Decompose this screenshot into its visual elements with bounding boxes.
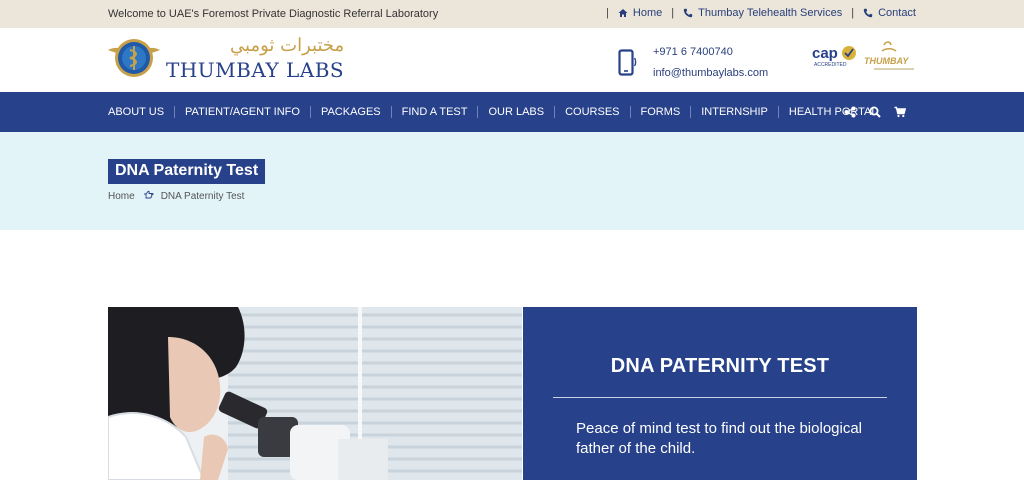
contact-block: +971 6 7400740 info@thumbaylabs.com: [618, 42, 768, 84]
cap-accredited-logo: cap ACCREDITED: [812, 45, 856, 68]
hero-banner: DNA PATERNITY TEST Peace of mind test to…: [108, 307, 917, 480]
cart-icon[interactable]: [894, 106, 906, 118]
header-phone[interactable]: +971 6 7400740: [653, 42, 768, 63]
breadcrumb-current: DNA Paternity Test: [160, 190, 245, 202]
nav-divider: [309, 106, 311, 118]
logo-text: THUMBAY LABS: [166, 57, 345, 82]
top-link-telehealth-label: Thumbay Telehealth Services: [698, 7, 843, 19]
cap-badge-text: cap: [812, 45, 838, 62]
scientist-microscope-illustration: [108, 307, 522, 480]
nav-divider: [477, 106, 479, 118]
top-link-contact[interactable]: Contact: [863, 7, 916, 19]
nav-item-about-us[interactable]: ABOUT US: [108, 106, 164, 118]
hero-panel: DNA PATERNITY TEST Peace of mind test to…: [523, 307, 917, 480]
top-link-home-label: Home: [632, 7, 663, 19]
site-header: مختبرات ثومبي THUMBAY LABS +971 6 740074…: [0, 28, 1024, 92]
nav-divider: [690, 106, 692, 118]
site-logo[interactable]: مختبرات ثومبي THUMBAY LABS: [108, 36, 344, 80]
divider: |: [851, 7, 855, 19]
mobile-phone-icon: [618, 49, 637, 76]
logo-arabic-text: مختبرات ثومبي: [230, 34, 345, 56]
top-links: | Home | Thumbay Telehealth Services | C…: [597, 7, 916, 19]
nav-item-our-labs[interactable]: OUR LABS: [488, 106, 544, 118]
phone-icon: [863, 8, 873, 18]
nav-divider: [174, 106, 176, 118]
breadcrumb: Home DNA Paternity Test: [108, 190, 244, 202]
thumbay-group-logo: THUMBAY: [864, 41, 914, 70]
nav-divider: [390, 106, 392, 118]
page-title: DNA Paternity Test: [108, 159, 266, 184]
divider: |: [606, 7, 609, 19]
page-title-band: DNA Paternity Test Home DNA Paternity Te…: [0, 132, 1024, 230]
thumbay-emblem-icon: [108, 39, 160, 77]
thumbay-badge-text: THUMBAY: [864, 56, 909, 66]
nav-item-forms[interactable]: FORMS: [641, 106, 681, 118]
nav-item-find-a-test[interactable]: FIND A TEST: [402, 106, 468, 118]
nav-divider: [629, 106, 631, 118]
header-email[interactable]: info@thumbaylabs.com: [653, 63, 768, 84]
welcome-message: Welcome to UAE's Foremost Private Diagno…: [108, 8, 439, 20]
top-bar: Welcome to UAE's Foremost Private Diagno…: [0, 0, 1024, 28]
top-link-contact-label: Contact: [878, 7, 916, 19]
share-icon[interactable]: [844, 106, 856, 118]
nav-item-internship[interactable]: INTERNSHIP: [701, 106, 768, 118]
main-nav: ABOUT US PATIENT/AGENT INFO PACKAGES FIN…: [0, 92, 1024, 132]
hero-title: DNA PATERNITY TEST: [610, 355, 830, 377]
top-link-telehealth[interactable]: Thumbay Telehealth Services: [683, 7, 842, 19]
nav-item-courses[interactable]: COURSES: [565, 106, 619, 118]
nav-item-packages[interactable]: PACKAGES: [321, 106, 381, 118]
hero-image: [108, 307, 522, 480]
breadcrumb-home[interactable]: Home: [108, 191, 135, 202]
search-icon[interactable]: [869, 106, 881, 118]
nav-divider: [554, 106, 556, 118]
cap-badge-subtext: ACCREDITED: [814, 62, 847, 68]
divider: |: [671, 7, 675, 19]
hero-description: Peace of mind test to find out the biolo…: [576, 420, 863, 457]
top-link-home[interactable]: Home: [618, 7, 662, 19]
nav-item-patient-agent-info[interactable]: PATIENT/AGENT INFO: [185, 106, 300, 118]
nav-divider: [777, 106, 779, 118]
home-icon: [618, 9, 628, 17]
hero-divider: [553, 397, 887, 398]
pointing-hand-icon: [143, 190, 154, 202]
phone-icon: [683, 8, 693, 18]
